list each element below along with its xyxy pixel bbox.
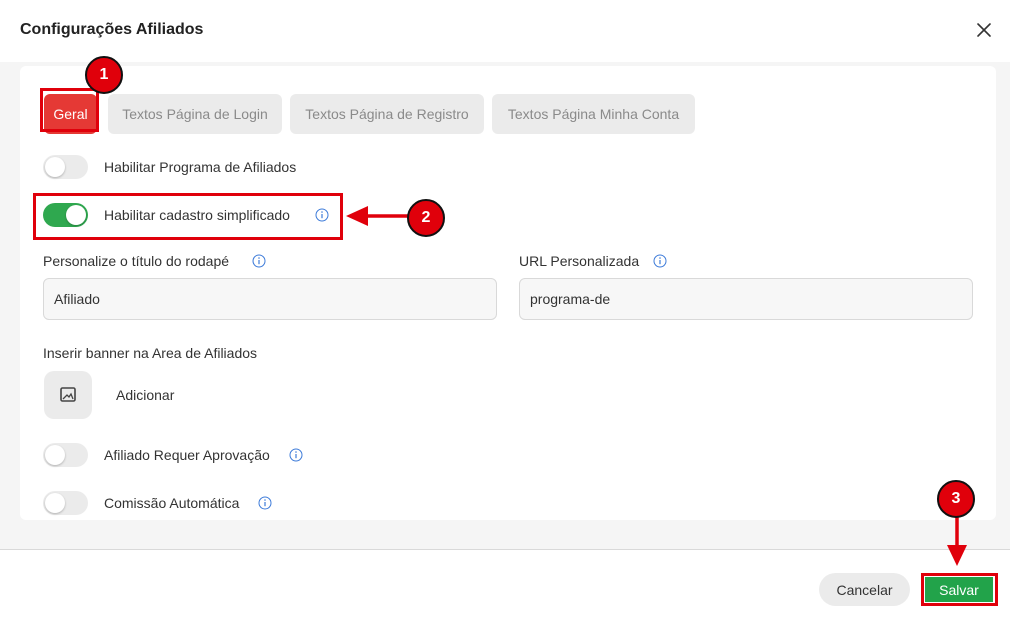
affiliate-settings-modal: Configurações Afiliados Geral Textos Pág… xyxy=(0,0,1010,626)
enable-program-toggle[interactable] xyxy=(43,155,88,179)
modal-body: Geral Textos Página de Login Textos Pági… xyxy=(0,62,1010,549)
banner-label: Inserir banner na Area de Afiliados xyxy=(43,345,258,361)
toggle-knob xyxy=(45,445,65,465)
image-icon xyxy=(60,387,76,402)
tab-register-texts[interactable]: Textos Página de Registro xyxy=(290,94,484,134)
settings-card: Geral Textos Página de Login Textos Pági… xyxy=(20,66,996,520)
info-icon[interactable] xyxy=(315,208,329,222)
info-icon[interactable] xyxy=(653,254,667,268)
custom-url-label: URL Personalizada xyxy=(519,253,640,269)
info-icon[interactable] xyxy=(258,496,272,510)
footer-divider xyxy=(0,549,1010,550)
requires-approval-label: Afiliado Requer Aprovação xyxy=(104,447,270,463)
step-badge-1: 1 xyxy=(85,56,123,94)
enable-program-label: Habilitar Programa de Afiliados xyxy=(104,159,297,175)
footer-title-label: Personalize o título do rodapé xyxy=(43,253,230,269)
simplified-signup-label: Habilitar cadastro simplificado xyxy=(104,207,290,223)
requires-approval-toggle[interactable] xyxy=(43,443,88,467)
modal-header: Configurações Afiliados xyxy=(0,0,1010,62)
cancel-button[interactable]: Cancelar xyxy=(819,573,910,606)
close-button[interactable] xyxy=(973,19,995,41)
info-icon[interactable] xyxy=(289,448,303,462)
auto-commission-toggle[interactable] xyxy=(43,491,88,515)
step-badge-2: 2 xyxy=(407,199,445,237)
save-button[interactable]: Salvar xyxy=(925,577,993,602)
modal-title: Configurações Afiliados xyxy=(20,21,204,38)
simplified-signup-toggle[interactable] xyxy=(43,203,88,227)
custom-url-input[interactable] xyxy=(519,278,973,320)
tab-my-account-texts[interactable]: Textos Página Minha Conta xyxy=(492,94,695,134)
tab-login-texts[interactable]: Textos Página de Login xyxy=(108,94,282,134)
footer-title-input[interactable] xyxy=(43,278,497,320)
info-icon[interactable] xyxy=(252,254,266,268)
toggle-knob xyxy=(45,157,65,177)
banner-add-label[interactable]: Adicionar xyxy=(116,387,174,403)
auto-commission-label: Comissão Automática xyxy=(104,495,240,511)
tab-geral[interactable]: Geral xyxy=(44,94,97,134)
close-icon xyxy=(977,23,991,37)
banner-upload-button[interactable] xyxy=(44,371,92,419)
toggle-knob xyxy=(45,493,65,513)
step-badge-3: 3 xyxy=(937,480,975,518)
toggle-knob xyxy=(66,205,86,225)
